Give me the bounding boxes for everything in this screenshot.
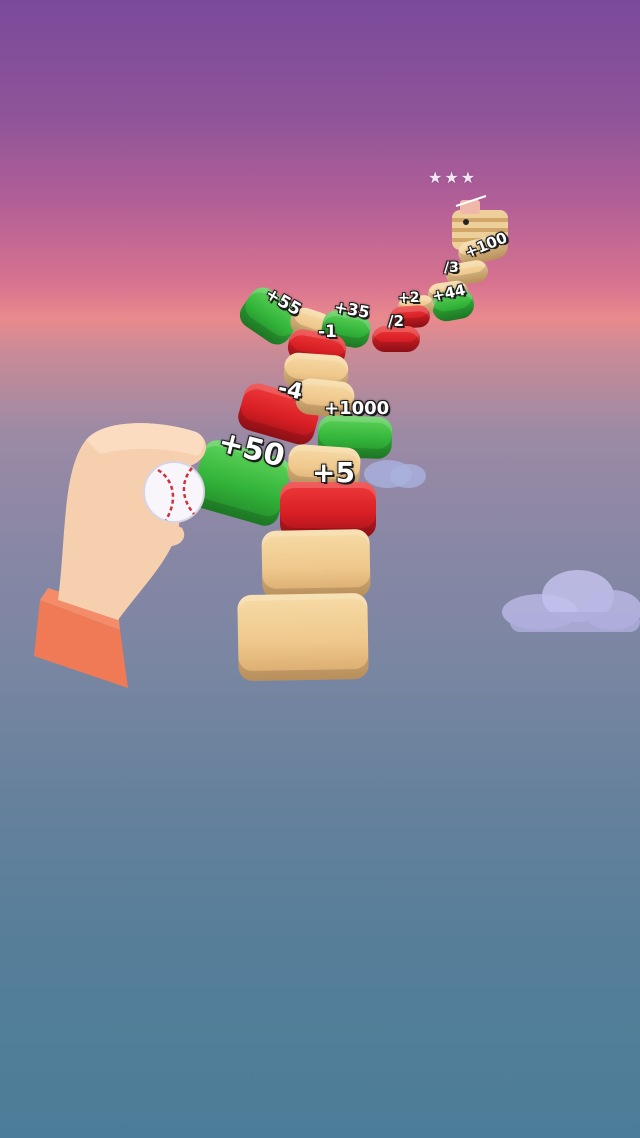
hand-thumb [96,521,185,562]
game-scene: ★★★ +100 /3 +44 +2 /2 +55 +35 -1 -4 +100… [0,0,640,1138]
